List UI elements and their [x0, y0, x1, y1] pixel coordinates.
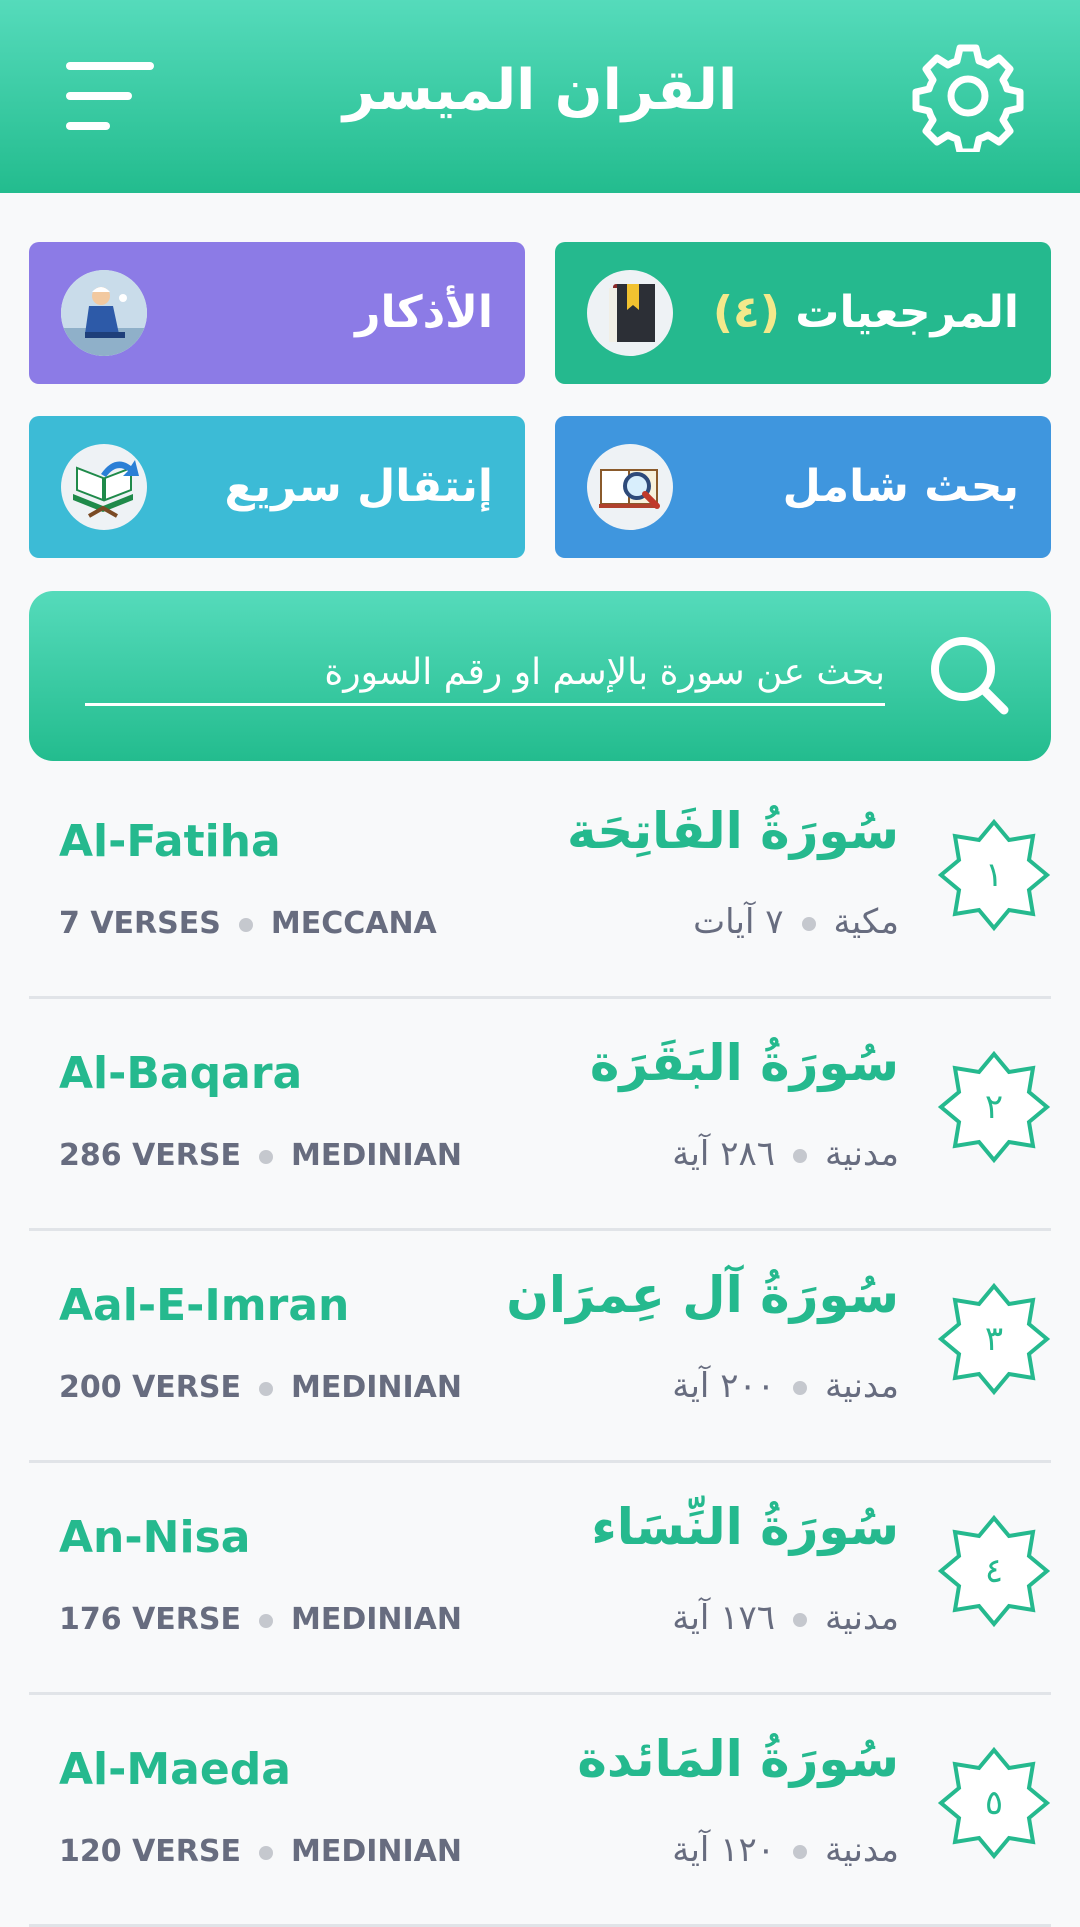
app-header: القران الميسر [0, 0, 1080, 193]
surah-type-en: MEDINIAN [290, 1602, 462, 1637]
surah-arabic-meta: مدنية ٢٠٠ آية [672, 1366, 899, 1406]
surah-verses-en: 286 VERSE [59, 1138, 241, 1173]
surah-row[interactable]: Aal-E-Imran 200 VERSE MEDINIAN سُورَةُ آل… [29, 1230, 1051, 1463]
adhkar-label: الأذكار [355, 287, 493, 338]
surah-arabic-meta: مدنية ١٧٦ آية [672, 1598, 899, 1638]
quran-stand-arrow-icon [61, 444, 147, 530]
surah-search-input[interactable] [85, 641, 885, 706]
surah-number: ٤ [984, 1551, 1004, 1591]
surah-arabic-meta: مدنية ٢٨٦ آية [672, 1134, 899, 1174]
surah-arabic-name: سُورَةُ الفَاتِحَة [566, 802, 899, 860]
surah-number-badge: ٤ [937, 1514, 1051, 1628]
surah-verses-ar: ٢٨٦ آية [672, 1134, 775, 1174]
separator-dot [801, 916, 816, 931]
surah-english-meta: 286 VERSE MEDINIAN [59, 1138, 462, 1173]
surah-type-en: MEDINIAN [290, 1370, 462, 1405]
surah-english-meta: 7 VERSES MECCANA [59, 906, 437, 941]
surah-row[interactable]: Al-Fatiha 7 VERSES MECCANA سُورَةُ الفَات… [29, 766, 1051, 999]
surah-arabic-name: سُورَةُ المَائدة [577, 1730, 899, 1788]
surah-english-name: Aal-E-Imran [59, 1280, 350, 1331]
surah-verses-en: 120 VERSE [59, 1834, 241, 1869]
surah-verses-en: 176 VERSE [59, 1602, 241, 1637]
surah-type-ar: مدنية [824, 1830, 899, 1870]
surah-type-ar: مدنية [824, 1366, 899, 1406]
separator-dot [792, 1148, 807, 1163]
book-magnifier-icon [587, 444, 673, 530]
separator-dot [792, 1612, 807, 1627]
surah-verses-ar: ١٧٦ آية [672, 1598, 775, 1638]
gear-icon [912, 44, 1024, 156]
surah-search-bar [29, 591, 1051, 761]
surah-number: ١ [984, 855, 1004, 895]
surah-arabic-meta: مدنية ١٢٠ آية [672, 1830, 899, 1870]
surah-english-name: Al-Fatiha [59, 816, 281, 867]
settings-button[interactable] [912, 40, 1024, 156]
separator-dot [238, 917, 253, 932]
surah-type-en: MEDINIAN [290, 1138, 462, 1173]
separator-dot [258, 1381, 273, 1396]
adhkar-tile[interactable]: الأذكار [29, 242, 525, 384]
surah-number-badge: ٥ [937, 1746, 1051, 1860]
separator-dot [792, 1844, 807, 1859]
comprehensive-search-label: بحث شامل [782, 461, 1019, 512]
separator-dot [258, 1149, 273, 1164]
surah-verses-en: 7 VERSES [59, 906, 221, 941]
surah-verses-ar: ٢٠٠ آية [672, 1366, 775, 1406]
references-text: المرجعيات [795, 287, 1019, 338]
surah-english-name: Al-Baqara [59, 1048, 303, 1099]
surah-verses-en: 200 VERSE [59, 1370, 241, 1405]
references-count: (٤) [712, 287, 780, 338]
surah-type-ar: مكية [833, 902, 899, 942]
surah-number: ٢ [984, 1087, 1004, 1127]
surah-arabic-name: سُورَةُ النِّسَاء [591, 1498, 899, 1556]
surah-row[interactable]: An-Nisa 176 VERSE MEDINIAN سُورَةُ النِّس… [29, 1462, 1051, 1695]
surah-type-ar: مدنية [824, 1598, 899, 1638]
surah-english-meta: 176 VERSE MEDINIAN [59, 1602, 462, 1637]
references-tile[interactable]: المرجعيات (٤) [555, 242, 1051, 384]
surah-number: ٣ [984, 1319, 1004, 1359]
surah-arabic-name: سُورَةُ البَقَرَة [589, 1034, 899, 1092]
surah-arabic-name: سُورَةُ آل عِمرَان [506, 1266, 899, 1324]
surah-type-en: MEDINIAN [290, 1834, 462, 1869]
surah-number-badge: ٣ [937, 1282, 1051, 1396]
surah-english-meta: 120 VERSE MEDINIAN [59, 1834, 462, 1869]
quick-jump-tile[interactable]: إنتقال سريع [29, 416, 525, 558]
separator-dot [258, 1845, 273, 1860]
references-label: المرجعيات (٤) [713, 242, 1019, 384]
surah-arabic-meta: مكية ٧ آيات [693, 902, 899, 942]
surah-type-ar: مدنية [824, 1134, 899, 1174]
surah-number-badge: ٢ [937, 1050, 1051, 1164]
surah-number: ٥ [984, 1783, 1004, 1823]
surah-verses-ar: ١٢٠ آية [672, 1830, 775, 1870]
surah-verses-ar: ٧ آيات [693, 902, 784, 942]
book-bookmark-icon [587, 270, 673, 356]
surah-english-name: Al-Maeda [59, 1744, 291, 1795]
surah-english-meta: 200 VERSE MEDINIAN [59, 1370, 462, 1405]
comprehensive-search-tile[interactable]: بحث شامل [555, 416, 1051, 558]
praying-man-icon [61, 270, 147, 356]
separator-dot [258, 1613, 273, 1628]
surah-english-name: An-Nisa [59, 1512, 251, 1563]
separator-dot [792, 1380, 807, 1395]
surah-row[interactable]: Al-Maeda 120 VERSE MEDINIAN سُورَةُ المَا… [29, 1694, 1051, 1927]
quick-jump-label: إنتقال سريع [224, 461, 493, 512]
surah-number-badge: ١ [937, 818, 1051, 932]
search-icon[interactable] [927, 633, 1011, 717]
surah-row[interactable]: Al-Baqara 286 VERSE MEDINIAN سُورَةُ البَ… [29, 998, 1051, 1231]
surah-type-en: MECCANA [270, 906, 437, 941]
